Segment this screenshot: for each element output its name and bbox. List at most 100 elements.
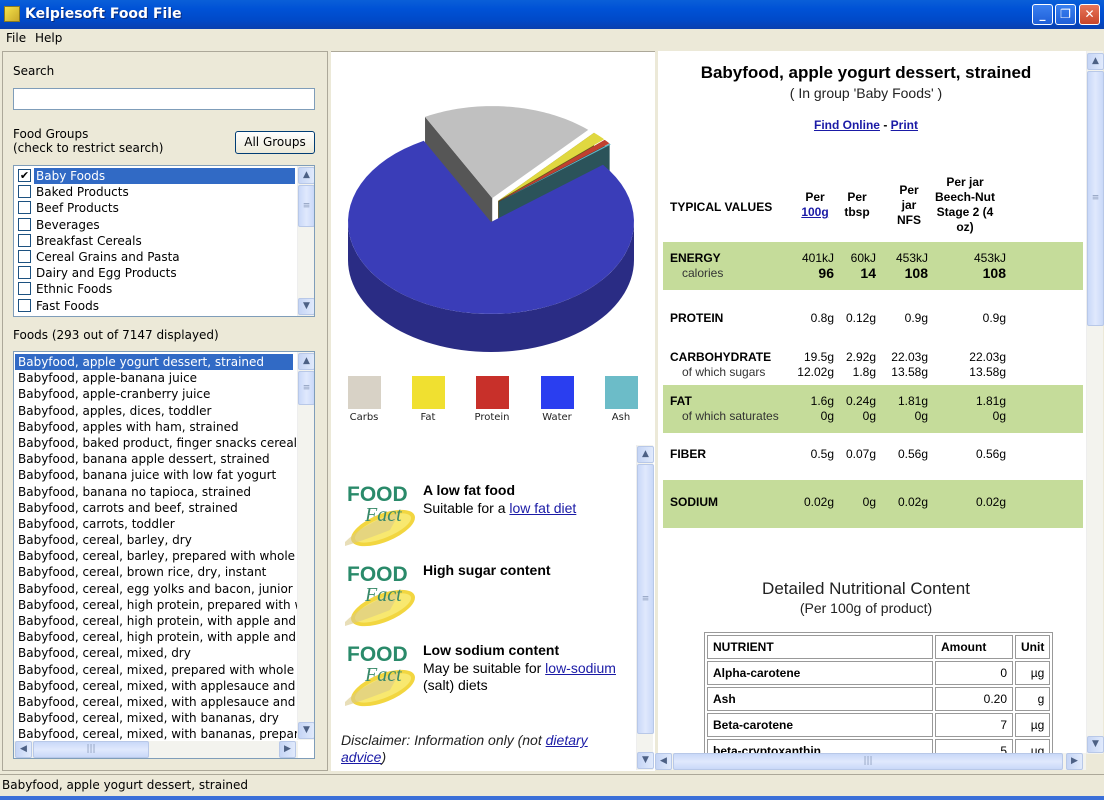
scroll-left-icon[interactable]: ◀ [15, 741, 32, 758]
food-list-item[interactable]: Babyfood, cereal, mixed, prepared with w… [15, 662, 297, 678]
menu-help[interactable]: Help [35, 31, 62, 45]
foods-vscrollbar[interactable]: ▲ ≡ ▼ [297, 352, 314, 740]
scroll-thumb[interactable]: ≡ [637, 464, 654, 734]
nutrient-row-label: CARBOHYDRATE [670, 350, 772, 364]
legend-swatch [347, 376, 381, 409]
per-100g-link[interactable]: 100g [792, 205, 838, 220]
find-online-link[interactable]: Find Online [814, 118, 880, 132]
food-list-item[interactable]: Babyfood, carrots, toddler [15, 516, 297, 532]
checkbox[interactable] [18, 185, 31, 199]
food-list-item[interactable]: Babyfood, cereal, brown rice, dry, insta… [15, 564, 297, 580]
checkbox[interactable]: ✔ [18, 169, 31, 182]
nutrient-name: beta-cryptoxanthin [707, 739, 933, 754]
scroll-right-icon[interactable]: ▶ [1066, 753, 1083, 770]
right-hscrollbar[interactable]: ◀ ||| ▶ [655, 753, 1086, 770]
checkbox[interactable] [18, 217, 31, 231]
all-groups-button[interactable]: All Groups [235, 131, 315, 154]
food-title: Babyfood, apple yogurt dessert, strained [700, 63, 1032, 82]
checkbox[interactable] [18, 266, 31, 280]
nutrient-sub-value: 0g [992, 409, 1006, 423]
print-link[interactable]: Print [891, 118, 918, 132]
food-group-item[interactable]: ✔ Baby Foods [16, 168, 295, 184]
food-groups-hint: (check to restrict search) [13, 141, 164, 155]
scroll-down-icon[interactable]: ▼ [298, 722, 314, 739]
food-list-item[interactable]: Babyfood, apple-banana juice [15, 370, 297, 386]
nutrient-table-row: beta-cryptoxanthin 5 µg [707, 739, 1051, 754]
restore-button[interactable]: ❐ [1055, 4, 1076, 25]
nutrient-amount: 7 [935, 713, 1013, 737]
food-list-item[interactable]: Babyfood, cereal, high protein, with app… [15, 613, 297, 629]
menu-file[interactable]: File [6, 31, 26, 45]
scroll-up-icon[interactable]: ▲ [298, 167, 314, 184]
nutrient-table-row: Alpha-carotene 0 µg [707, 661, 1051, 685]
nutrient-value: 453kJ [973, 251, 1006, 265]
food-list-item[interactable]: Babyfood, cereal, barley, dry [15, 532, 297, 548]
food-list-item[interactable]: Babyfood, banana no tapioca, strained [15, 484, 297, 500]
scroll-up-icon[interactable]: ▲ [298, 353, 314, 370]
status-bar: Babyfood, apple yogurt dessert, strained [0, 774, 1104, 796]
scroll-down-icon[interactable]: ▼ [637, 752, 654, 769]
fact-link[interactable]: low fat diet [509, 500, 576, 516]
nutrient-value: 0.02g [897, 495, 928, 509]
nutrient-row-label: ENERGY [670, 251, 721, 265]
legend-swatch [411, 376, 445, 409]
checkbox[interactable] [18, 233, 31, 247]
scroll-up-icon[interactable]: ▲ [1087, 53, 1104, 70]
scroll-thumb[interactable]: ≡ [298, 371, 314, 405]
checkbox[interactable] [18, 201, 31, 215]
food-list-item[interactable]: Babyfood, cereal, mixed, with bananas, d… [15, 710, 297, 726]
scroll-up-icon[interactable]: ▲ [637, 446, 654, 463]
food-groups-list[interactable]: ✔ Baby Foods Baked Products Beef Products Be… [13, 165, 315, 317]
title-bar: Kelpiesoft Food File _ ❐ ✕ [0, 0, 1104, 29]
nutrient-sub-value: 108 [982, 265, 1006, 281]
scroll-down-icon[interactable]: ▼ [1087, 736, 1104, 753]
scroll-thumb[interactable]: ||| [33, 741, 149, 758]
food-list-item[interactable]: Babyfood, cereal, barley, prepared with … [15, 548, 297, 564]
foods-list[interactable]: Babyfood, apple yogurt dessert, strained… [13, 351, 315, 759]
groups-scrollbar[interactable]: ▲ ≡ ▼ [297, 166, 314, 316]
food-list-item[interactable]: Babyfood, cereal, mixed, with bananas, p… [15, 726, 297, 740]
food-group-item[interactable]: Breakfast Cereals [16, 233, 295, 249]
food-list-item[interactable]: Babyfood, apple yogurt dessert, strained [15, 354, 293, 371]
scroll-thumb[interactable]: ||| [673, 753, 1063, 770]
close-button[interactable]: ✕ [1079, 4, 1100, 25]
scroll-down-icon[interactable]: ▼ [298, 298, 314, 315]
food-group-line: ( In group 'Baby Foods' ) [789, 85, 943, 101]
scroll-thumb[interactable]: ≡ [298, 185, 314, 227]
scroll-thumb[interactable]: ≡ [1087, 71, 1104, 326]
food-list-item[interactable]: Babyfood, cereal, mixed, dry [15, 645, 297, 661]
nutrient-value: 0.02g [975, 495, 1006, 509]
checkbox[interactable] [18, 282, 31, 296]
right-vscrollbar[interactable]: ▲ ≡ ▼ [1086, 51, 1104, 754]
food-group-item[interactable]: Ethnic Foods [16, 281, 295, 297]
food-list-item[interactable]: Babyfood, cereal, mixed, with applesauce… [15, 678, 297, 694]
food-group-item[interactable]: Dairy and Egg Products [16, 265, 295, 281]
minimize-button[interactable]: _ [1032, 4, 1053, 25]
food-list-item[interactable]: Babyfood, cereal, high protein, prepared… [15, 597, 297, 613]
food-list-item[interactable]: Babyfood, cereal, egg yolks and bacon, j… [15, 581, 297, 597]
food-group-item[interactable]: Baked Products [16, 184, 295, 200]
food-list-item[interactable]: Babyfood, apples with ham, strained [15, 419, 297, 435]
food-group-item[interactable]: Beef Products [16, 200, 295, 216]
food-list-item[interactable]: Babyfood, banana juice with low fat yogu… [15, 467, 297, 483]
food-list-item[interactable]: Babyfood, apples, dices, toddler [15, 403, 297, 419]
checkbox[interactable] [18, 298, 31, 312]
mid-scrollbar[interactable]: ▲ ≡ ▼ [636, 445, 654, 770]
nutrient-table-row: Ash 0.20 g [707, 687, 1051, 711]
food-group-item[interactable]: Fast Foods [16, 298, 295, 314]
food-group-item[interactable]: Beverages [16, 217, 295, 233]
checkbox[interactable] [18, 249, 31, 263]
fact-link[interactable]: low-sodium [545, 660, 616, 676]
food-list-item[interactable]: Babyfood, baked product, finger snacks c… [15, 435, 297, 451]
scroll-right-icon[interactable]: ▶ [279, 741, 296, 758]
scroll-left-icon[interactable]: ◀ [655, 753, 672, 770]
food-list-item[interactable]: Babyfood, cereal, mixed, with applesauce… [15, 694, 297, 710]
food-group-item[interactable]: Cereal Grains and Pasta [16, 249, 295, 265]
food-list-item[interactable]: Babyfood, apple-cranberry juice [15, 386, 297, 402]
food-list-item[interactable]: Babyfood, banana apple dessert, strained [15, 451, 297, 467]
column-header: Per jar Beech-Nut Stage 2 (4 oz) [934, 175, 995, 234]
food-list-item[interactable]: Babyfood, carrots and beef, strained [15, 500, 297, 516]
food-list-item[interactable]: Babyfood, cereal, high protein, with app… [15, 629, 297, 645]
foods-hscrollbar[interactable]: ◀ ||| ▶ [14, 741, 298, 758]
search-input[interactable] [13, 88, 315, 110]
